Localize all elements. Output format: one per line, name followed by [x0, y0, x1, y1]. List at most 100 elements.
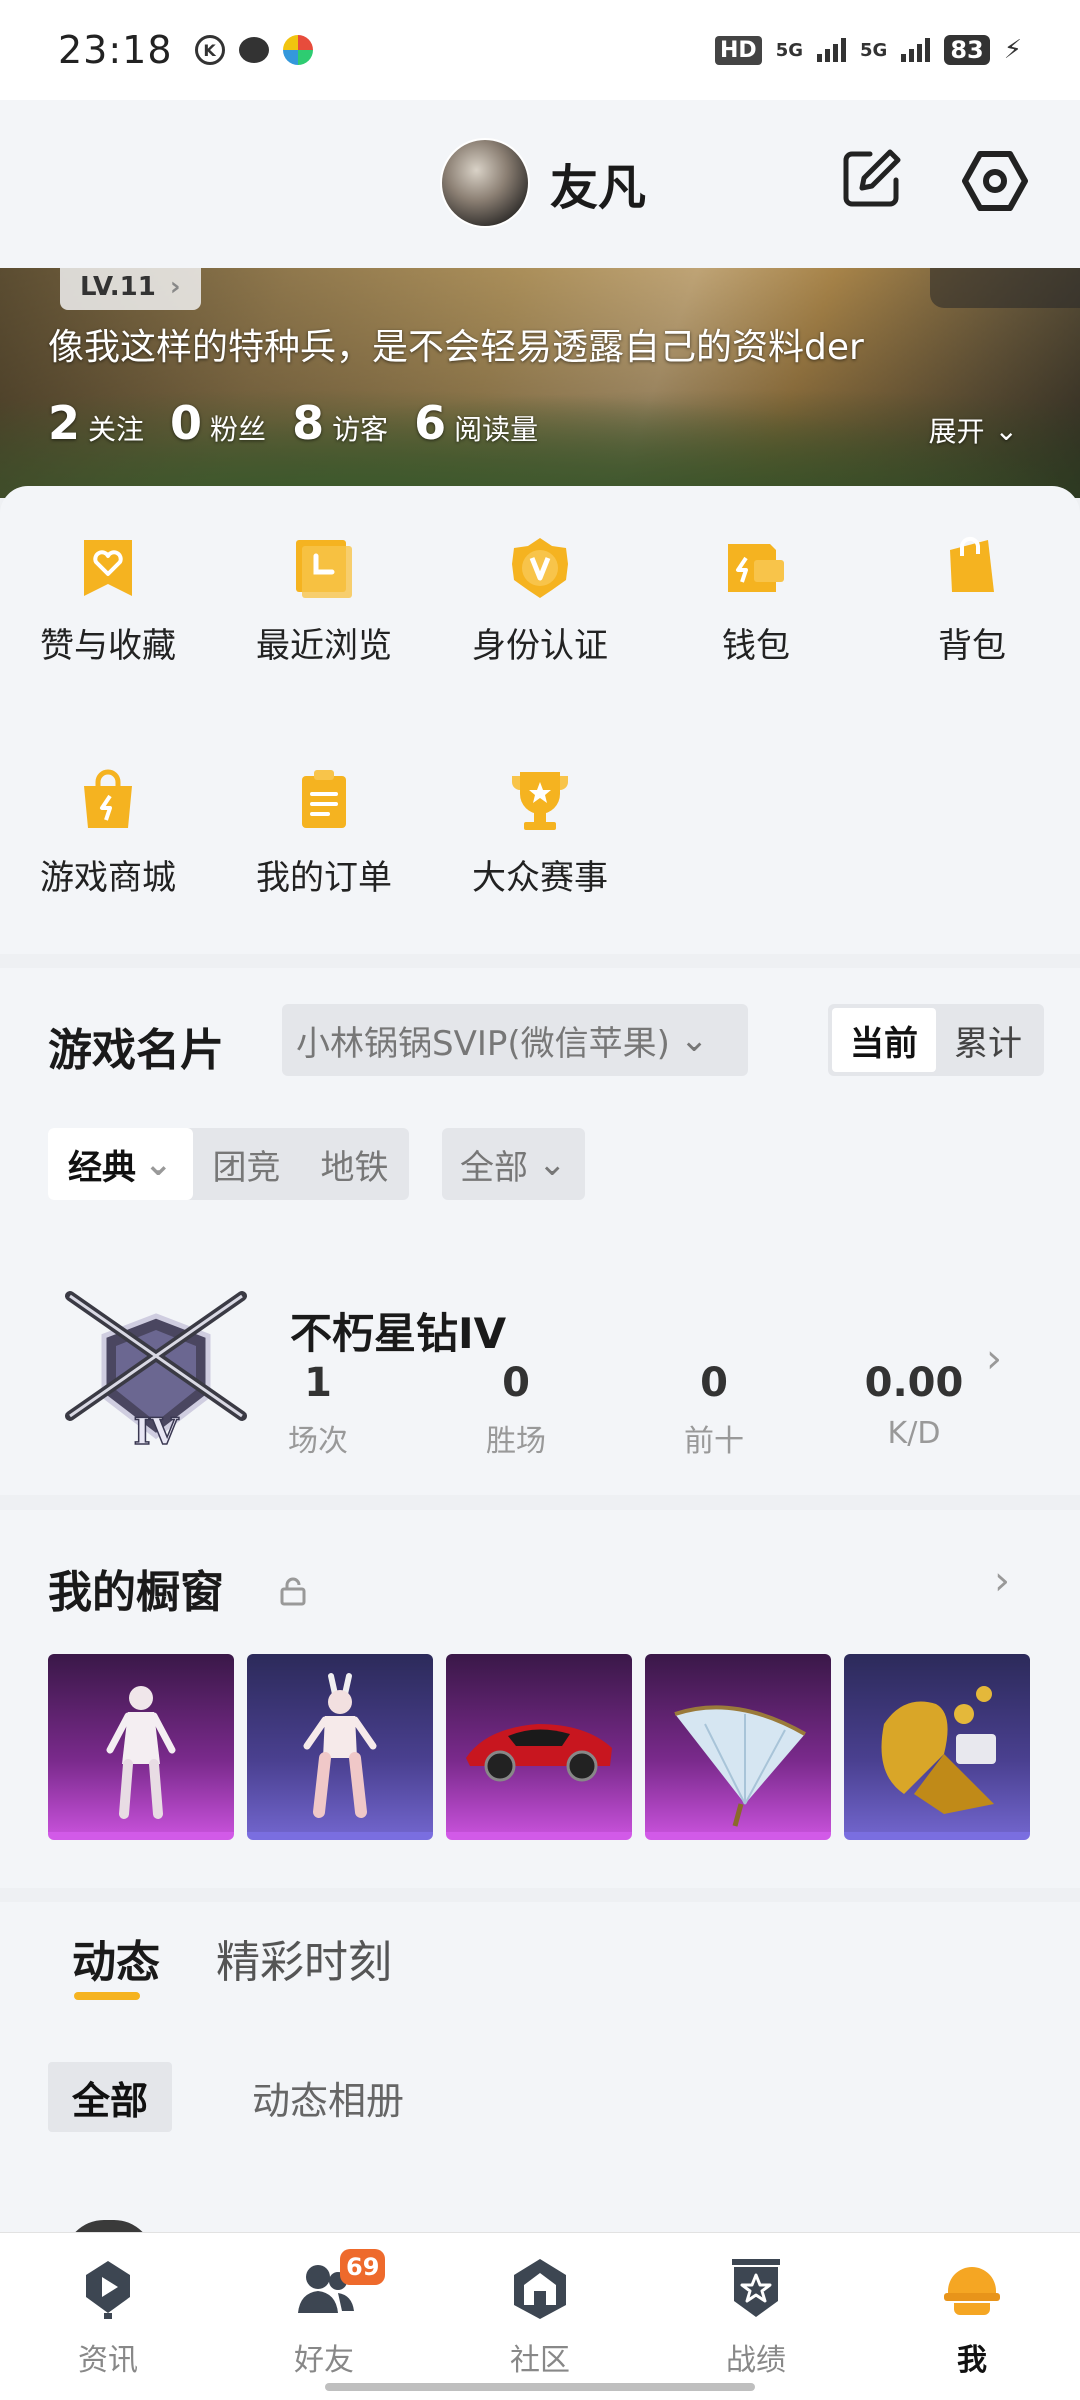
star-shield-icon	[732, 2259, 780, 2317]
play-pin-icon	[86, 2261, 130, 2319]
stat-label: 访客	[332, 413, 389, 446]
period-toggle: 当前 累计	[828, 1004, 1044, 1076]
stat-visitors[interactable]: 8 访客	[292, 396, 388, 450]
chevron-right-icon: ›	[169, 272, 181, 302]
showcase-item-gold-armor[interactable]	[844, 1654, 1030, 1840]
chevron-down-icon: ⌄	[994, 413, 1018, 447]
section-title: 我的橱窗	[48, 1567, 224, 1618]
range-value: 全部	[460, 1147, 528, 1188]
backpack-icon	[950, 536, 994, 592]
tab-posts[interactable]: 动态	[72, 1926, 160, 1990]
stat-number: 0	[170, 396, 203, 450]
lock-icon[interactable]	[278, 1576, 308, 1606]
nav-me[interactable]: 我	[864, 2257, 1080, 2379]
tab-metro[interactable]: 地铁	[301, 1128, 409, 1200]
showcase-item-red-car[interactable]	[446, 1654, 632, 1840]
tab-team-deathmatch[interactable]: 团竞	[193, 1128, 301, 1200]
nav-label: 资讯	[78, 2343, 138, 2378]
menu-game-store[interactable]: 游戏商城	[0, 768, 216, 899]
status-time: 23:18	[58, 28, 173, 72]
nav-news[interactable]: 资讯	[0, 2257, 216, 2379]
stat-number: 2	[48, 396, 81, 450]
stat-matches: 1 场次	[238, 1360, 398, 1460]
nav-records[interactable]: 战绩	[648, 2257, 864, 2379]
level-badge[interactable]: LV.11 ›	[60, 268, 201, 310]
heart-ribbon-icon	[84, 540, 132, 596]
stat-kd: 0.00 K/D	[834, 1360, 994, 1451]
menu-label: 钱包	[722, 626, 790, 666]
home-indicator[interactable]	[325, 2383, 755, 2391]
menu-label: 游戏商城	[40, 858, 176, 898]
chevron-right-icon[interactable]: ›	[986, 1336, 1002, 1382]
tab-label: 经典	[68, 1147, 136, 1188]
menu-public-events[interactable]: 大众赛事	[432, 768, 648, 899]
menu-label: 背包	[938, 626, 1006, 666]
game-card-section: 游戏名片 小林锅锅SVIP(微信苹果) ⌄ 当前 累计 经典 ⌄ 团竞 地铁 全…	[0, 968, 1080, 1495]
rank-name: 不朽星钻IV	[290, 1309, 507, 1358]
stat-label: 关注	[88, 413, 145, 446]
glider-icon	[674, 1705, 806, 1827]
signal-bars-icon	[817, 38, 847, 62]
tab-highlights[interactable]: 精彩时刻	[216, 1926, 392, 1990]
stat-wins: 0 胜场	[436, 1360, 596, 1460]
clock-folder-icon	[296, 540, 352, 598]
edit-icon[interactable]	[840, 146, 904, 210]
menu-label: 我的订单	[256, 858, 392, 898]
signal-bars-icon	[901, 38, 931, 62]
account-value: 小林锅锅SVIP(微信苹果)	[296, 1023, 670, 1064]
chevron-down-icon: ⌄	[679, 1020, 709, 1060]
k-circle-icon: K	[194, 35, 225, 65]
outfit-icon	[303, 1673, 377, 1818]
menu-likes-favorites[interactable]: 赞与收藏	[0, 536, 216, 667]
nav-label: 战绩	[726, 2343, 786, 2378]
subtab-album[interactable]: 动态相册	[228, 2062, 428, 2132]
showcase-item-outfit-bunny[interactable]	[247, 1654, 433, 1840]
stat-value: 0	[502, 1360, 530, 1406]
stat-reads[interactable]: 6 阅读量	[414, 396, 538, 450]
menu-backpack[interactable]: 背包	[864, 536, 1080, 667]
chevron-right-icon[interactable]: ›	[994, 1558, 1010, 1604]
subtab-all[interactable]: 全部	[48, 2062, 173, 2132]
stat-following[interactable]: 2 关注	[48, 396, 144, 450]
mode-tabs: 经典 ⌄ 团竞 地铁	[48, 1128, 409, 1200]
settings-hex-icon[interactable]	[960, 146, 1030, 216]
stat-value: 1	[304, 1360, 332, 1406]
stat-value: 0	[700, 1360, 728, 1406]
menu-wallet[interactable]: 钱包	[648, 536, 864, 667]
banner-corner-icon[interactable]	[930, 268, 1080, 308]
avatar[interactable]	[440, 138, 530, 228]
account-dropdown[interactable]: 小林锅锅SVIP(微信苹果) ⌄	[282, 1004, 748, 1076]
tab-classic[interactable]: 经典 ⌄	[48, 1128, 193, 1200]
stat-number: 8	[292, 396, 325, 450]
tab-cumulative[interactable]: 累计	[936, 1008, 1040, 1072]
battery-icon: 83	[944, 35, 990, 65]
expand-button[interactable]: 展开 ⌄	[929, 410, 1018, 450]
color-wheel-icon	[282, 35, 313, 65]
menu-identity-verification[interactable]: 身份认证	[432, 536, 648, 667]
status-indicators: HD 5G 5G 83 ⚡	[715, 35, 1022, 65]
menu-my-orders[interactable]: 我的订单	[216, 768, 432, 899]
profile-stats: 2 关注 0 粉丝 8 访客 6 阅读量	[48, 396, 538, 450]
menu-recent-browsing[interactable]: 最近浏览	[216, 536, 432, 667]
helmet-icon	[944, 2267, 1000, 2315]
nav-friends[interactable]: 69 好友	[216, 2249, 432, 2379]
chevron-down-icon: ⌄	[538, 1144, 567, 1184]
nav-label: 我	[957, 2343, 987, 2378]
stat-followers[interactable]: 0 粉丝	[170, 396, 266, 450]
user-identity[interactable]: 友凡	[440, 138, 646, 228]
showcase-item-outfit-white-dress[interactable]	[48, 1654, 234, 1840]
menu-label: 大众赛事	[472, 858, 608, 898]
range-dropdown[interactable]: 全部 ⌄	[442, 1128, 585, 1200]
stat-label: K/D	[887, 1416, 941, 1451]
signal-label-1: 5G	[775, 39, 804, 61]
menu-label: 最近浏览	[256, 626, 392, 666]
tab-current[interactable]: 当前	[832, 1008, 936, 1072]
stat-label: 场次	[288, 1424, 348, 1459]
car-icon	[466, 1724, 612, 1782]
rank-emblem-label: IV	[134, 1411, 180, 1453]
nav-community[interactable]: 社区	[432, 2257, 648, 2379]
rank-emblem-icon[interactable]: IV	[58, 1286, 254, 1458]
house-hex-icon	[514, 2259, 566, 2319]
charging-icon: ⚡	[1003, 35, 1022, 65]
showcase-item-glider[interactable]	[645, 1654, 831, 1840]
